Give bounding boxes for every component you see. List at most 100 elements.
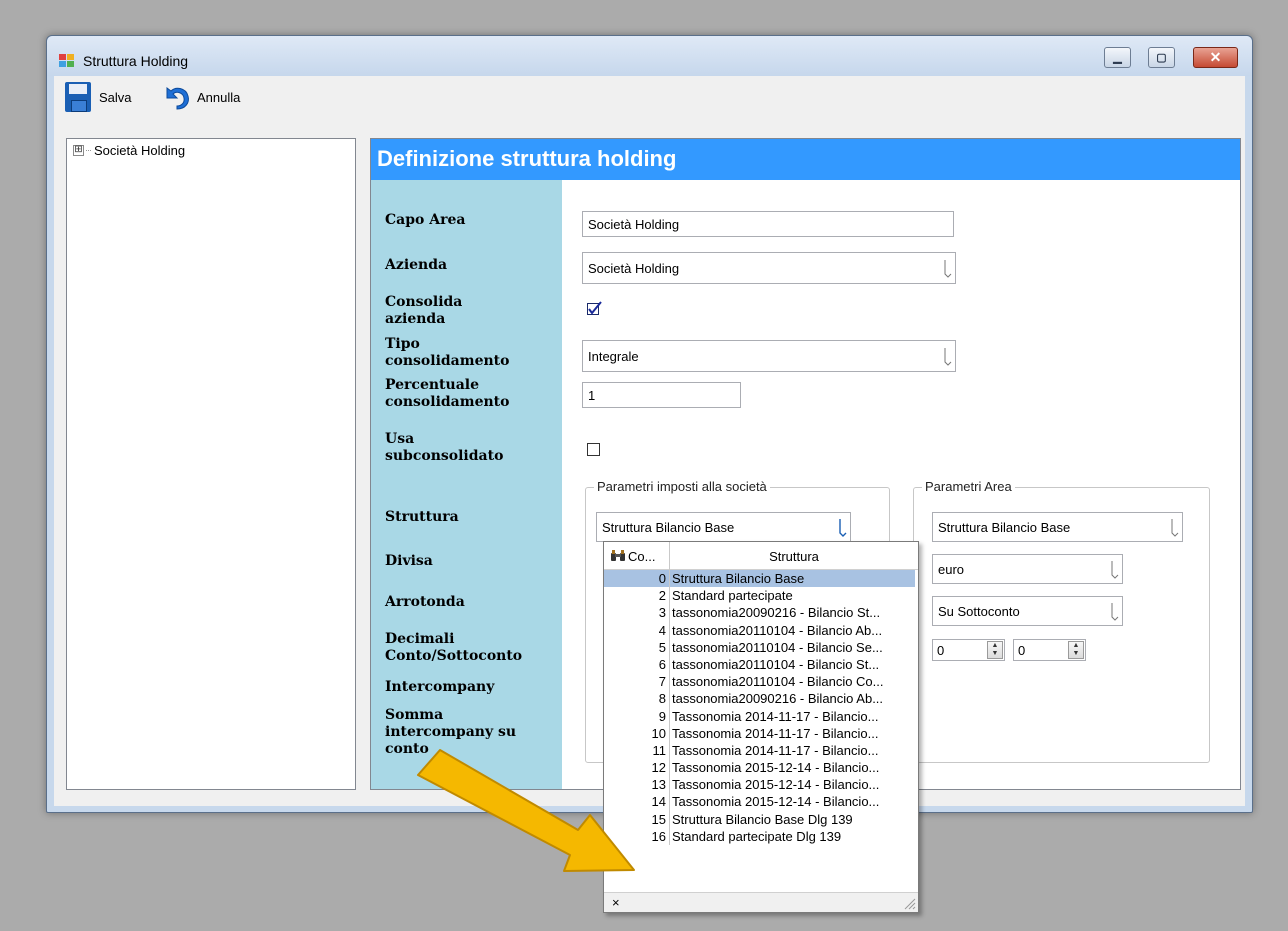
decimali-conto-spinner[interactable]: 0 ▲ ▼ [932, 639, 1005, 661]
dropdown-row[interactable]: 14 Tassonomia 2015-12-14 - Bilancio... [604, 793, 918, 811]
minimize-button[interactable]: ▁ [1104, 47, 1131, 68]
label-consolida-azienda: Consolida azienda [385, 294, 463, 327]
column-separator [669, 707, 670, 725]
struttura-area-combo[interactable]: Struttura Bilancio Base [932, 512, 1183, 542]
dropdown-row[interactable]: 15 Struttura Bilancio Base Dlg 139 [604, 810, 918, 828]
save-button[interactable]: Salva [65, 81, 132, 113]
row-code: 7 [658, 674, 666, 690]
column-separator [669, 810, 670, 828]
row-code: 0 [658, 571, 666, 586]
column-separator [669, 827, 670, 845]
dropdown-row[interactable]: 10 Tassonomia 2014-11-17 - Bilancio... [604, 724, 918, 742]
column-separator [669, 776, 670, 794]
row-code: 5 [658, 639, 666, 655]
label-percentuale-consolidamento: Percentuale consolidamento [385, 377, 510, 410]
dropdown-row[interactable]: 6 tassonomia20110104 - Bilancio St... [604, 655, 918, 674]
dropdown-row[interactable]: 3 tassonomia20090216 - Bilancio St... [604, 604, 918, 622]
dropdown-row[interactable]: 2 Standard partecipate [604, 587, 918, 605]
label-azienda: Azienda [385, 257, 448, 273]
capo-area-field[interactable]: Società Holding [582, 211, 954, 237]
maximize-icon: ▢ [1156, 52, 1167, 64]
dropdown-row[interactable]: 16 Standard partecipate Dlg 139 [604, 827, 918, 845]
undo-button-label: Annulla [197, 89, 241, 105]
column-separator [669, 690, 670, 708]
column-separator [669, 741, 670, 760]
title-bar[interactable]: Struttura Holding ▁ ▢ ✕ [47, 36, 1252, 76]
dropdown-row[interactable]: 4 tassonomia20110104 - Bilancio Ab... [604, 621, 918, 639]
row-name: tassonomia20110104 - Bilancio Ab... [672, 622, 883, 638]
dropdown-row[interactable]: 9 Tassonomia 2014-11-17 - Bilancio... [604, 707, 918, 725]
row-code: 10 [651, 725, 666, 741]
dropdown-arrow-icon[interactable] [1111, 599, 1119, 623]
spinner-buttons[interactable]: ▲ ▼ [987, 641, 1003, 659]
row-code: 9 [658, 708, 666, 724]
dropdown-row[interactable]: 8 tassonomia20090216 - Bilancio Ab... [604, 690, 918, 708]
row-name: tassonomia20110104 - Bilancio Co... [672, 674, 884, 690]
divisa-area-combo[interactable]: euro [932, 554, 1123, 584]
struttura-dropdown-list[interactable]: Co... Struttura 0 Struttura Bilancio Base… [603, 541, 919, 913]
close-button[interactable]: ✕ [1193, 47, 1238, 68]
dropdown-arrow-icon[interactable] [1111, 557, 1119, 581]
column-separator [669, 793, 670, 811]
label-decimali: Decimali Conto/Sottoconto [385, 631, 523, 664]
azienda-combo[interactable]: Società Holding [582, 252, 956, 284]
window-title: Struttura Holding [83, 53, 189, 69]
row-name: Tassonomia 2015-12-14 - Bilancio... [672, 794, 880, 810]
row-name: Tassonomia 2014-11-17 - Bilancio... [672, 708, 879, 724]
dropdown-row[interactable]: 0 Struttura Bilancio Base [604, 570, 915, 588]
label-tipo-consolidamento: Tipo consolidamento [385, 336, 510, 369]
decimali-sottoconto-spinner[interactable]: 0 ▲ ▼ [1013, 639, 1086, 661]
column-separator [669, 587, 670, 605]
binoculars-icon [611, 550, 625, 561]
consolida-azienda-checkbox[interactable] [587, 301, 605, 317]
struttura-societa-value: Struttura Bilancio Base [602, 519, 735, 535]
column-separator [669, 621, 670, 639]
label-usa-subconsolidato: Usa subconsolidato [385, 431, 504, 464]
spin-down-icon[interactable]: ▼ [988, 650, 1002, 658]
group-parametri-societa-title: Parametri imposti alla società [594, 479, 770, 494]
dropdown-row[interactable]: 13 Tassonomia 2015-12-14 - Bilancio... [604, 776, 918, 794]
dropdown-row[interactable]: 5 tassonomia20110104 - Bilancio Se... [604, 638, 918, 656]
expander-icon[interactable]: ⊞ [73, 145, 84, 156]
close-icon: ✕ [1209, 49, 1222, 65]
holding-tree[interactable]: ⊞ Società Holding [66, 138, 356, 790]
row-code: 6 [658, 656, 666, 672]
azienda-value: Società Holding [588, 260, 680, 276]
column-header-code[interactable]: Co... [604, 542, 670, 570]
column-separator [669, 759, 670, 777]
column-separator [669, 570, 670, 588]
dropdown-close-icon[interactable]: × [612, 895, 620, 910]
usa-subconsolidato-checkbox[interactable] [587, 443, 600, 456]
spin-up-icon[interactable]: ▲ [988, 642, 1002, 650]
column-header-struttura[interactable]: Struttura [670, 542, 918, 570]
dropdown-arrow-icon[interactable] [1171, 515, 1179, 539]
decimali-sottoconto-value: 0 [1018, 642, 1026, 658]
resize-grip-icon[interactable] [902, 896, 916, 910]
column-separator [669, 638, 670, 656]
tree-connector [86, 150, 91, 151]
dropdown-arrow-icon[interactable] [944, 256, 952, 280]
spin-up-icon[interactable]: ▲ [1069, 642, 1083, 650]
tree-item-societa-holding[interactable]: ⊞ Società Holding [73, 143, 185, 158]
dropdown-row[interactable]: 12 Tassonomia 2015-12-14 - Bilancio... [604, 759, 918, 777]
minimize-icon: ▁ [1113, 52, 1122, 64]
row-name: Standard partecipate [672, 588, 793, 604]
arrotonda-area-combo[interactable]: Su Sottoconto [932, 596, 1123, 626]
dropdown-row[interactable]: 11 Tassonomia 2014-11-17 - Bilancio... [604, 741, 918, 760]
tipo-consolidamento-combo[interactable]: Integrale [582, 340, 956, 372]
tipo-consolidamento-value: Integrale [588, 348, 639, 364]
label-arrotonda: Arrotonda [385, 594, 465, 610]
page-title: Definizione struttura holding [371, 139, 1240, 180]
row-name: Tassonomia 2015-12-14 - Bilancio... [672, 760, 880, 776]
maximize-button[interactable]: ▢ [1148, 47, 1175, 68]
dropdown-arrow-icon[interactable] [944, 344, 952, 368]
struttura-area-value: Struttura Bilancio Base [938, 519, 1071, 535]
dropdown-row[interactable]: 7 tassonomia20110104 - Bilancio Co... [604, 673, 918, 691]
label-intercompany: Intercompany [385, 679, 495, 695]
dropdown-arrow-icon[interactable] [839, 515, 847, 539]
struttura-societa-combo[interactable]: Struttura Bilancio Base [596, 512, 851, 542]
spinner-buttons[interactable]: ▲ ▼ [1068, 641, 1084, 659]
spin-down-icon[interactable]: ▼ [1069, 650, 1083, 658]
undo-button[interactable]: Annulla [161, 81, 240, 113]
percentuale-field[interactable]: 1 [582, 382, 741, 408]
